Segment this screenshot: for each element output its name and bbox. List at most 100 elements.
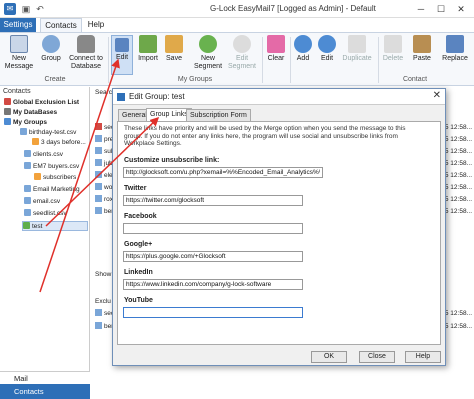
ok-button[interactable]: OK bbox=[311, 351, 347, 363]
exclusion-label: Exclu bbox=[95, 298, 111, 305]
undo-icon[interactable]: ↶ bbox=[34, 3, 46, 15]
tree-item-3-days[interactable]: 3 days before... bbox=[32, 138, 86, 148]
group-links-panel: These links have priority and will be us… bbox=[117, 121, 441, 345]
list-item[interactable]: wol bbox=[95, 183, 114, 193]
clear-label: Clear bbox=[267, 55, 285, 62]
group-icon bbox=[24, 197, 31, 204]
tree-item-my-groups[interactable]: My Groups bbox=[4, 118, 47, 128]
delete-button[interactable]: Delete bbox=[381, 35, 405, 75]
tree-item-subscribers[interactable]: subscribers bbox=[34, 173, 76, 183]
save-icon[interactable]: ▣ bbox=[20, 3, 32, 15]
list-item[interactable]: sul bbox=[95, 147, 112, 157]
linkedin-field[interactable] bbox=[123, 279, 303, 290]
date-cell: 5 12:58... bbox=[444, 172, 472, 179]
linkedin-label: LinkedIn bbox=[124, 269, 153, 276]
contact-icon bbox=[95, 159, 102, 166]
window-title: G-Lock EasyMail7 [Logged as Admin] - Def… bbox=[210, 4, 376, 13]
tree-item-test[interactable]: test bbox=[22, 221, 88, 231]
eraser-icon bbox=[267, 35, 285, 53]
dialog-title-bar: Edit Group: test ✕ bbox=[113, 89, 445, 105]
add-contact-button[interactable]: Add bbox=[293, 35, 313, 75]
groups-icon bbox=[4, 118, 11, 125]
google-plus-field[interactable] bbox=[123, 251, 303, 262]
list-item[interactable]: ele bbox=[95, 171, 113, 181]
list-item[interactable]: pre bbox=[95, 135, 113, 145]
list-item[interactable]: ber bbox=[95, 322, 113, 332]
date-cell: 5 12:58... bbox=[444, 160, 472, 167]
google-plus-label: Google+ bbox=[124, 241, 153, 248]
dialog-close-icon[interactable]: ✕ bbox=[433, 90, 441, 101]
tree-item-my-databases[interactable]: My DataBases bbox=[4, 108, 57, 118]
ribbon: New Message Group Connect to Database Cr… bbox=[0, 32, 474, 86]
segment-icon bbox=[32, 138, 39, 145]
contact-icon bbox=[95, 183, 102, 190]
tree-item-birthday[interactable]: birthday-test.csv bbox=[20, 128, 76, 138]
nav-mail[interactable]: Mail bbox=[0, 371, 90, 384]
duplicate-icon bbox=[348, 35, 366, 53]
twitter-label: Twitter bbox=[124, 185, 147, 192]
tree-item-global-exclusion[interactable]: Global Exclusion List bbox=[4, 98, 79, 108]
list-item[interactable]: ber bbox=[95, 207, 113, 217]
edit-group-button[interactable]: Edit bbox=[111, 35, 133, 75]
tab-settings[interactable]: Settings bbox=[0, 18, 36, 32]
contact-icon bbox=[95, 322, 102, 329]
group-label: Group bbox=[41, 55, 61, 62]
group-label-create: Create bbox=[44, 76, 66, 83]
tab-help[interactable]: Help bbox=[84, 18, 108, 32]
maximize-button[interactable]: ☐ bbox=[432, 2, 450, 16]
help-button[interactable]: Help bbox=[405, 351, 441, 363]
edit-segment-button[interactable]: Edit Segment bbox=[227, 35, 257, 75]
unsubscribe-link-label: Customize unsubscribe link: bbox=[124, 157, 220, 164]
group-icon bbox=[23, 222, 30, 229]
envelope-icon bbox=[10, 35, 28, 53]
date-cell: 5 12:58... bbox=[444, 196, 472, 203]
group-icon bbox=[42, 35, 60, 53]
new-segment-button[interactable]: New Segment bbox=[194, 35, 222, 75]
save-folder-icon bbox=[165, 35, 183, 53]
connect-database-button[interactable]: Connect to Database bbox=[66, 35, 106, 75]
group-label-my-groups: My Groups bbox=[177, 76, 213, 83]
tree-item-clients[interactable]: clients.csv bbox=[24, 150, 63, 160]
close-window-button[interactable]: ✕ bbox=[452, 2, 470, 16]
date-cell: 5 12:58... bbox=[444, 148, 472, 155]
minimize-button[interactable]: ─ bbox=[412, 2, 430, 16]
edit-contact-button[interactable]: Edit bbox=[317, 35, 337, 75]
tab-group-links[interactable]: Group Links bbox=[146, 108, 192, 122]
contacts-panel-title: Contacts bbox=[3, 88, 31, 95]
new-message-button[interactable]: New Message bbox=[4, 35, 34, 75]
list-item[interactable]: rox bbox=[95, 195, 113, 205]
list-item[interactable]: jub bbox=[95, 159, 113, 169]
database-icon bbox=[4, 108, 11, 115]
contact-icon bbox=[95, 207, 102, 214]
add-label: Add bbox=[296, 55, 310, 62]
tree-item-em7-buyers[interactable]: EM7 buyers.csv bbox=[24, 162, 79, 172]
clear-button[interactable]: Clear bbox=[265, 35, 287, 75]
date-cell: 5 12:58... bbox=[444, 323, 472, 330]
tree-item-email-marketing[interactable]: Email Marketing bbox=[24, 185, 80, 195]
duplicate-button[interactable]: Duplicate bbox=[340, 35, 374, 75]
import-label: Import bbox=[138, 55, 158, 62]
save-label: Save bbox=[166, 55, 182, 62]
ribbon-separator bbox=[378, 37, 379, 83]
tree-item-email-csv[interactable]: email.csv bbox=[24, 197, 60, 207]
youtube-label: YouTube bbox=[124, 297, 153, 304]
tree-item-seedlist[interactable]: seedlist.csv bbox=[24, 209, 67, 219]
replace-button[interactable]: Replace bbox=[440, 35, 470, 75]
facebook-field[interactable] bbox=[123, 223, 303, 234]
close-button[interactable]: Close bbox=[359, 351, 395, 363]
add-user-icon bbox=[294, 35, 312, 53]
youtube-field[interactable] bbox=[123, 307, 303, 318]
nav-contacts[interactable]: Contacts bbox=[0, 384, 90, 399]
new-segment-label: New Segment bbox=[194, 55, 223, 70]
unsubscribe-link-field[interactable] bbox=[123, 167, 323, 178]
paste-button[interactable]: Paste bbox=[410, 35, 434, 75]
group-button[interactable]: Group bbox=[38, 35, 64, 75]
import-button[interactable]: Import bbox=[136, 35, 160, 75]
facebook-label: Facebook bbox=[124, 213, 157, 220]
save-button[interactable]: Save bbox=[163, 35, 185, 75]
exclusion-icon bbox=[4, 98, 11, 105]
twitter-field[interactable] bbox=[123, 195, 303, 206]
tab-subscription-form[interactable]: Subscription Form bbox=[186, 109, 251, 121]
tab-contacts[interactable]: Contacts bbox=[40, 18, 82, 32]
app-icon: ✉ bbox=[4, 3, 16, 15]
